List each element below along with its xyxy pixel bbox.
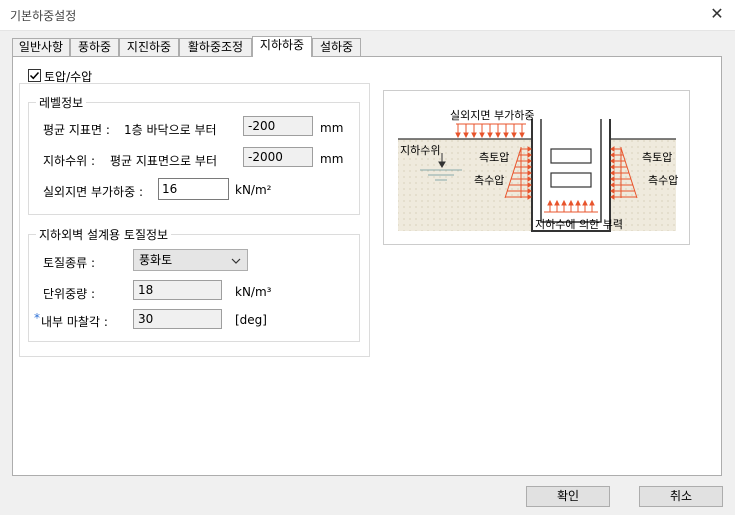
diagram-water-pressure-left: 측수압 (474, 174, 505, 187)
load-diagram: 실외지면 부가하중 지하수위 측토압 측수압 측토압 측수압 지하수에 의한 부… (383, 90, 690, 245)
surcharge-arrows (455, 123, 526, 139)
diagram-surcharge-label: 실외지면 부가하중 (450, 109, 535, 122)
water-level-unit: mm (320, 152, 344, 166)
ok-button[interactable]: 확인 (526, 486, 610, 507)
ground-level-reference: 1층 바닥으로 부터 (124, 123, 217, 137)
close-icon[interactable]: ✕ (707, 4, 727, 24)
friction-angle-field: 30 (133, 309, 222, 329)
unit-weight-field: 18 (133, 280, 222, 300)
level-info-title: 레벨정보 (36, 94, 87, 111)
soil-type-dropdown[interactable]: 풍화토 (133, 249, 248, 271)
tab-live-load[interactable]: 활하중조정 (179, 38, 252, 56)
chevron-down-icon (231, 258, 241, 264)
unit-weight-label: 단위중량 : (43, 287, 96, 301)
tab-general[interactable]: 일반사항 (12, 38, 70, 56)
diagram-earth-pressure-left: 측토압 (479, 151, 510, 164)
window-title: 기본하중설정 (10, 9, 77, 23)
title-bar: 기본하중설정 ✕ (0, 0, 735, 31)
unit-weight-unit: kN/m³ (235, 285, 272, 299)
cancel-button[interactable]: 취소 (639, 486, 723, 507)
tab-seismic-load[interactable]: 지진하중 (119, 38, 179, 56)
checkmark-icon (29, 71, 40, 80)
diagram-earth-pressure-right: 측토압 (642, 151, 673, 164)
ground-level-field: -200 (243, 116, 313, 136)
tab-underground-load[interactable]: 지하하중 (252, 36, 312, 57)
water-level-field: -2000 (243, 147, 313, 167)
surcharge-label: 실외지면 부가하중 : (43, 185, 143, 199)
earth-water-pressure-checkbox[interactable] (28, 69, 41, 82)
ground-level-unit: mm (320, 121, 344, 135)
tab-panel: 토압/수압 레벨정보 평균 지표면 : 1층 바닥으로 부터 -200 mm 지… (12, 56, 722, 476)
diagram-water-pressure-right: 측수압 (648, 174, 679, 187)
surcharge-input[interactable]: 16 (158, 178, 229, 200)
slab-upper (550, 148, 592, 164)
diagram-buoyancy-label: 지하수에 의한 부력 (535, 218, 623, 231)
soil-type-label: 토질종류 : (43, 256, 96, 270)
required-marker: * (34, 311, 40, 325)
soil-info-title: 지하외벽 설계용 토질정보 (36, 226, 172, 243)
water-level-reference: 평균 지표면으로 부터 (110, 154, 217, 168)
water-level-label: 지하수위 : (43, 154, 96, 168)
slab-lower (550, 172, 592, 188)
diagram-water-level-label: 지하수위 (400, 144, 441, 157)
tab-snow-load[interactable]: 설하중 (312, 38, 361, 56)
friction-angle-label: 내부 마찰각 : (41, 315, 108, 329)
surcharge-unit: kN/m² (235, 183, 272, 197)
ground-level-label: 평균 지표면 : (43, 123, 110, 137)
friction-angle-unit: [deg] (235, 313, 267, 327)
soil-type-value: 풍화토 (139, 253, 173, 267)
tab-wind-load[interactable]: 풍하중 (70, 38, 119, 56)
